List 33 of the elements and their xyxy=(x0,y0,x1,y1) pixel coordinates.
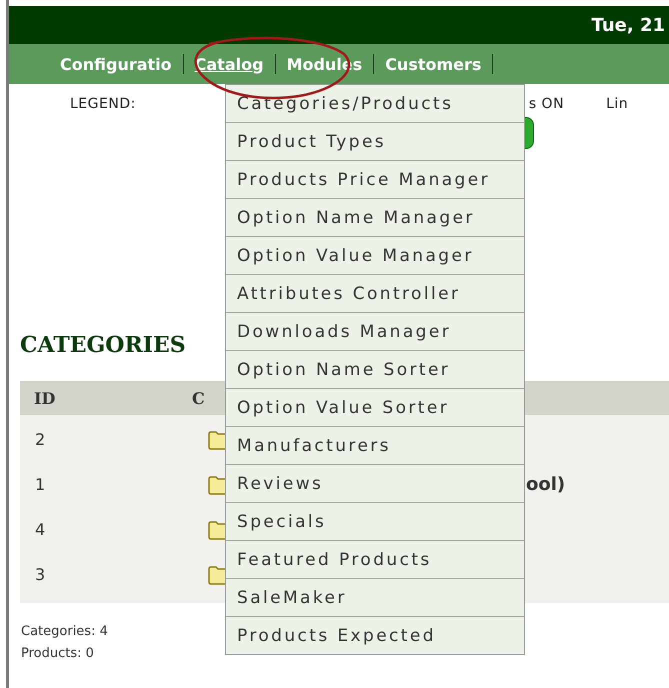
count-text: Products: 0 xyxy=(21,645,94,663)
menu-item[interactable]: Reviews xyxy=(226,464,524,502)
menu-item[interactable]: Products Expected xyxy=(226,616,524,654)
menu-item[interactable]: Featured Products xyxy=(226,540,524,578)
menu-item[interactable]: Specials xyxy=(226,502,524,540)
menu-item[interactable]: SaleMaker xyxy=(226,578,524,616)
legend-label: LEGEND: xyxy=(70,96,136,112)
menu-item[interactable]: Option Value Manager xyxy=(226,236,524,274)
menu-item[interactable]: Option Name Manager xyxy=(226,198,524,236)
table-cell-text: 1 xyxy=(34,475,46,494)
menu-item[interactable]: Downloads Manager xyxy=(226,312,524,350)
menu-item[interactable]: Products Price Manager xyxy=(226,160,524,198)
header-date: Tue, 21 xyxy=(592,14,665,36)
menu-item[interactable]: Option Name Sorter xyxy=(226,350,524,388)
column-header: C xyxy=(192,388,205,408)
column-header: ID xyxy=(33,388,56,408)
table-cell-text: 2 xyxy=(34,430,46,449)
count-text: Categories: 4 xyxy=(21,623,108,641)
menu-item[interactable]: Attributes Controller xyxy=(226,274,524,312)
folder-icon xyxy=(208,564,228,584)
menu-item[interactable]: Manufacturers xyxy=(226,426,524,464)
legend-text: Lin xyxy=(606,96,628,112)
category-name[interactable]: ool) xyxy=(526,474,566,495)
legend-text: s ON xyxy=(528,96,564,112)
menu-item[interactable]: Option Value Sorter xyxy=(226,388,524,426)
table-cell-text: 3 xyxy=(34,565,46,584)
folder-icon xyxy=(208,474,228,494)
folder-icon xyxy=(208,520,228,540)
table-cell-text: 4 xyxy=(34,520,46,539)
menu-item[interactable]: Product Types xyxy=(226,122,524,160)
folder-icon xyxy=(208,430,228,450)
page-heading: CATEGORIES xyxy=(20,332,186,360)
menu-item[interactable]: Categories/Products xyxy=(226,85,524,122)
